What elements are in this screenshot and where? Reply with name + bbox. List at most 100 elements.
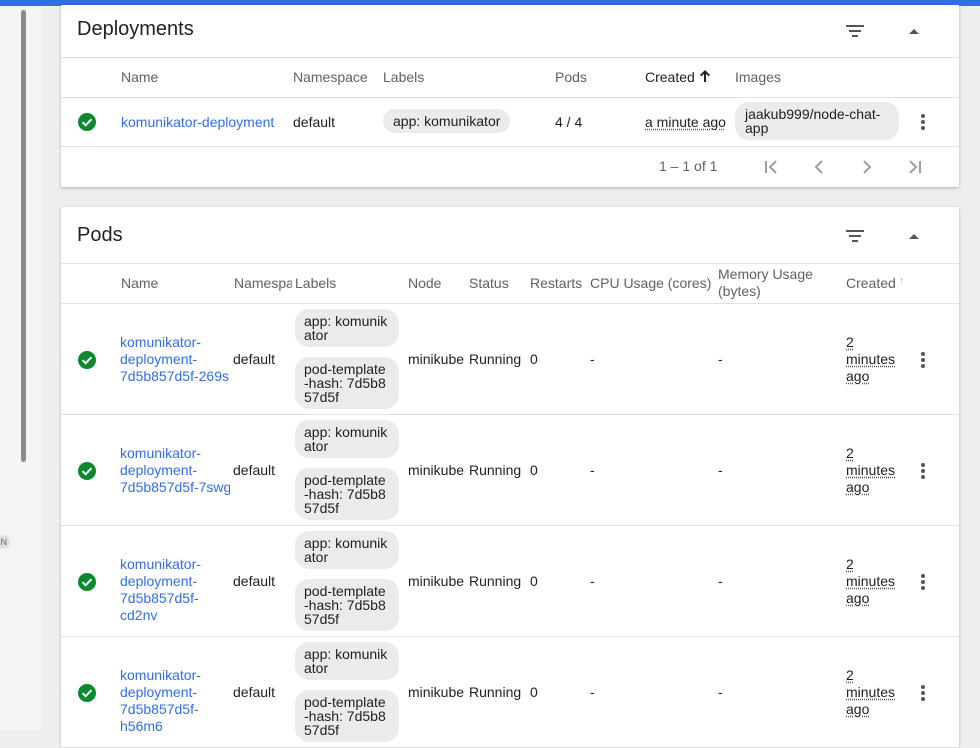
pod-name-line2: deployment- xyxy=(120,462,198,478)
pod-memory: - xyxy=(718,462,723,478)
deployment-name-link[interactable]: komunikator-deployment xyxy=(121,114,274,130)
pod-name-line2: deployment- xyxy=(120,573,198,589)
column-header-labels: Labels xyxy=(383,69,425,85)
deployment-namespace: default xyxy=(293,114,336,130)
pagination-range: 1 – 1 of 1 xyxy=(659,158,718,174)
column-header-namespace[interactable]: Namespa xyxy=(234,275,292,291)
column-header-name[interactable]: Name xyxy=(121,275,158,291)
more-vert-icon[interactable] xyxy=(911,681,935,705)
memory-header-line1: Memory Usage xyxy=(718,266,813,282)
pod-namespace: default xyxy=(233,684,276,700)
pod-name-line3: 7d5b857d5f-7swg xyxy=(120,479,230,495)
pod-name-link[interactable]: komunikator- deployment- 7d5b857d5f- cd2… xyxy=(120,556,230,624)
label-chip-app: app: komunik ator xyxy=(295,309,399,347)
label-chip-line3: 57d5f xyxy=(304,611,340,627)
previous-page-icon[interactable] xyxy=(807,155,831,179)
pod-name-line2: deployment- xyxy=(120,684,198,700)
pod-created-line1: 2 xyxy=(846,445,854,461)
sort-ascending-icon[interactable] xyxy=(699,69,711,86)
table-row[interactable]: komunikator- deployment- 7d5b857d5f-269s… xyxy=(61,304,959,415)
pod-node: minikube xyxy=(408,573,465,589)
check-circle-icon xyxy=(78,351,96,369)
pod-name-link[interactable]: komunikator- deployment- 7d5b857d5f-7swg xyxy=(120,445,230,496)
pod-cpu: - xyxy=(590,684,595,700)
label-chip-line2: ator xyxy=(304,660,329,676)
next-page-icon[interactable] xyxy=(855,155,879,179)
pod-created-line2: minutes xyxy=(846,462,896,478)
sort-arrow-icon[interactable]: ↑ xyxy=(899,275,905,287)
more-vert-icon[interactable] xyxy=(911,348,935,372)
check-circle-icon xyxy=(78,113,96,131)
label-chip-hash: pod-template -hash: 7d5b8 57d5f xyxy=(295,579,399,631)
label-chip: app: komunikator xyxy=(383,109,511,133)
check-circle-icon xyxy=(78,684,96,702)
more-vert-icon[interactable] xyxy=(911,110,935,134)
more-vert-icon[interactable] xyxy=(911,459,935,483)
table-row[interactable]: komunikator- deployment- 7d5b857d5f- cd2… xyxy=(61,526,959,637)
check-circle-icon xyxy=(78,573,96,591)
pod-created: 2 minutes ago xyxy=(846,667,895,718)
pod-name-link[interactable]: komunikator- deployment- 7d5b857d5f-269s xyxy=(120,334,230,385)
pod-node: minikube xyxy=(408,684,465,700)
more-vert-icon[interactable] xyxy=(911,570,935,594)
label-chip-line3: 57d5f xyxy=(304,389,340,405)
table-row[interactable]: komunikator- deployment- 7d5b857d5f- h56… xyxy=(61,637,959,748)
collapse-icon[interactable] xyxy=(902,19,926,43)
pod-restarts: 0 xyxy=(530,684,538,700)
pod-created-line3: ago xyxy=(846,368,870,384)
column-header-name[interactable]: Name xyxy=(121,69,158,85)
pod-namespace: default xyxy=(233,351,276,367)
pod-name-line1: komunikator- xyxy=(120,445,201,461)
pod-name-line1: komunikator- xyxy=(120,334,201,350)
column-header-status[interactable]: Status xyxy=(469,275,509,291)
deployments-header-row: Name Namespace Labels Pods Created Image… xyxy=(61,58,959,98)
label-chip-hash: pod-template -hash: 7d5b8 57d5f xyxy=(295,690,399,742)
label-chip-line2: ator xyxy=(304,549,329,565)
pod-name-line3: 7d5b857d5f- xyxy=(120,590,199,606)
label-chip-line2: ator xyxy=(304,327,329,343)
label-chip-app: app: komunik ator xyxy=(295,531,399,569)
column-header-images: Images xyxy=(735,69,781,85)
sidebar-scrollbar[interactable] xyxy=(21,10,26,462)
check-circle-icon xyxy=(78,462,96,480)
pods-header: Pods xyxy=(61,207,959,264)
pod-created-line2: minutes xyxy=(846,684,896,700)
column-header-cpu: CPU Usage (cores) xyxy=(590,275,712,291)
image-chip: jaakub999/node-chat- app xyxy=(735,102,899,140)
pagination: 1 – 1 of 1 xyxy=(61,147,959,187)
filter-icon[interactable] xyxy=(843,19,867,43)
pod-created: 2 minutes ago xyxy=(846,445,895,496)
last-page-icon[interactable] xyxy=(903,155,927,179)
deployments-header: Deployments xyxy=(61,5,959,58)
first-page-icon[interactable] xyxy=(759,155,783,179)
deployments-title: Deployments xyxy=(77,18,194,40)
collapse-icon[interactable] xyxy=(902,224,926,248)
pod-created-line3: ago xyxy=(846,701,870,717)
pod-created-line2: minutes xyxy=(846,351,896,367)
pod-created-line2: minutes xyxy=(846,573,896,589)
pod-created-line1: 2 xyxy=(846,334,854,350)
pod-name-line3: 7d5b857d5f- xyxy=(120,701,199,717)
pod-cpu: - xyxy=(590,462,595,478)
column-header-created[interactable]: Created xyxy=(846,275,896,291)
pod-cpu: - xyxy=(590,351,595,367)
pod-name-link[interactable]: komunikator- deployment- 7d5b857d5f- h56… xyxy=(120,667,230,735)
table-row[interactable]: komunikator-deployment default app: komu… xyxy=(61,98,959,147)
column-header-node[interactable]: Node xyxy=(408,275,441,291)
filter-icon[interactable] xyxy=(843,224,867,248)
pod-restarts: 0 xyxy=(530,462,538,478)
pod-node: minikube xyxy=(408,351,465,367)
pod-name-line4: h56m6 xyxy=(120,718,163,734)
image-chip-line2: app xyxy=(745,120,769,136)
pod-status: Running xyxy=(469,573,522,589)
table-row[interactable]: komunikator- deployment- 7d5b857d5f-7swg… xyxy=(61,415,959,526)
pod-name-line3: 7d5b857d5f-269s xyxy=(120,368,229,384)
pod-created-line1: 2 xyxy=(846,556,854,572)
column-header-namespace[interactable]: Namespace xyxy=(293,69,368,85)
pod-created-line1: 2 xyxy=(846,667,854,683)
pod-name-line1: komunikator- xyxy=(120,667,201,683)
pod-namespace: default xyxy=(233,573,276,589)
column-header-created[interactable]: Created xyxy=(645,69,695,85)
pod-cpu: - xyxy=(590,573,595,589)
column-header-restarts: Restarts xyxy=(530,275,583,291)
